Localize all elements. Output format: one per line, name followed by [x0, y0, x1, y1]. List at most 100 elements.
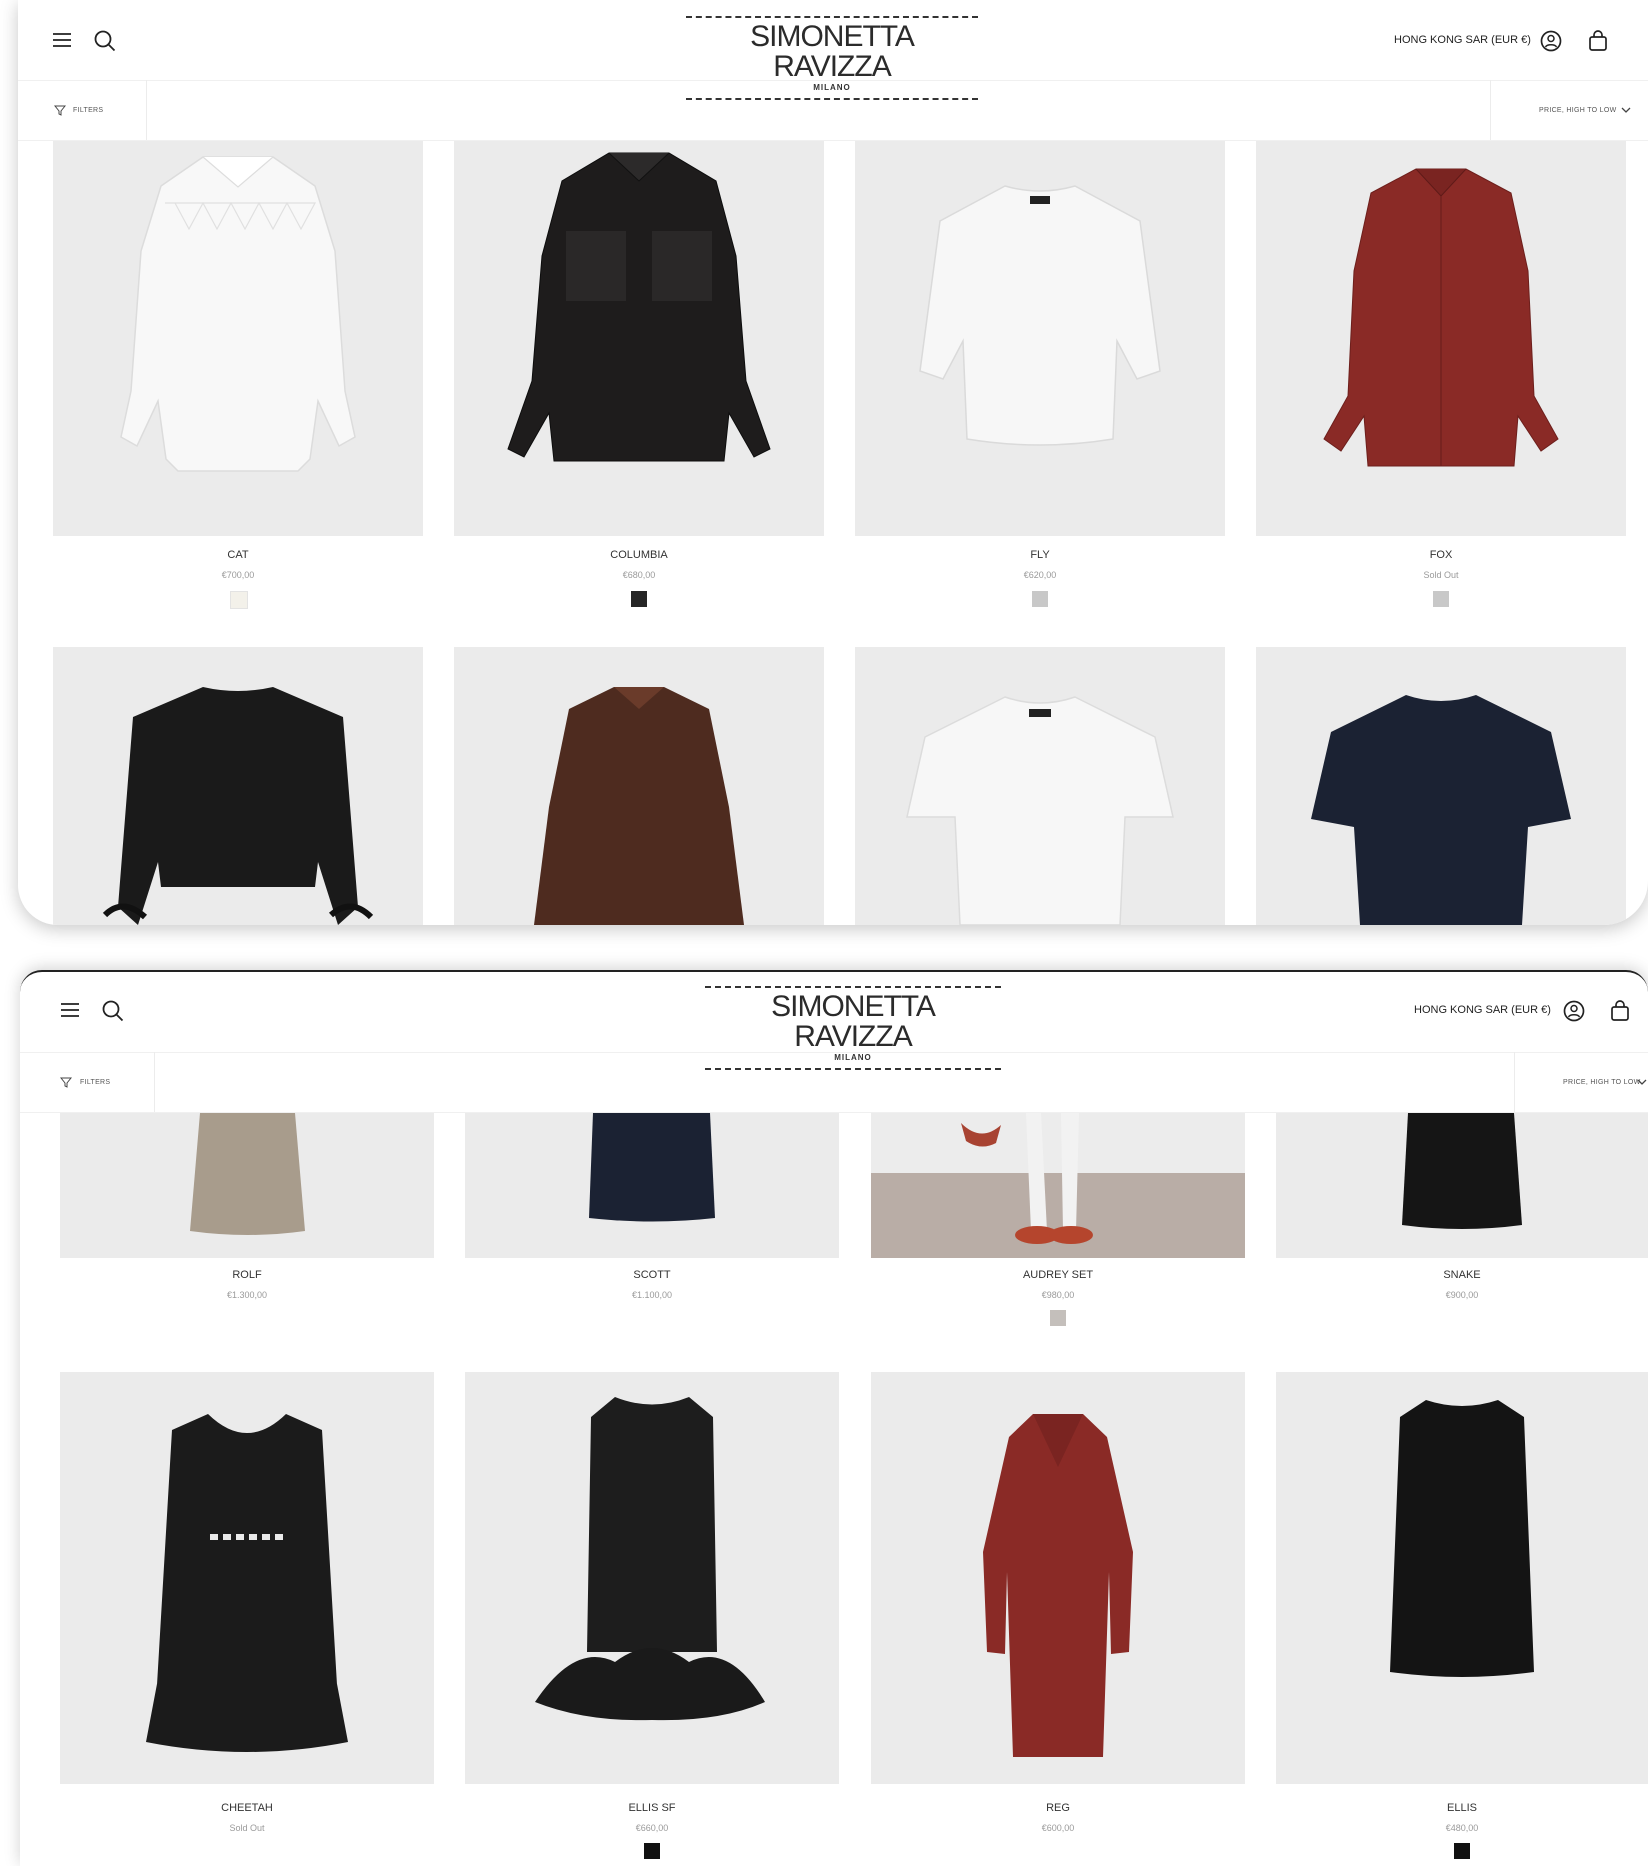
product-price: €680,00 [622, 570, 656, 580]
color-swatch[interactable] [631, 591, 647, 607]
sort-label: PRICE, HIGH TO LOW [1539, 107, 1617, 114]
product-price: Sold Out [229, 1823, 265, 1833]
sort-dropdown[interactable]: PRICE, HIGH TO LOW [1490, 80, 1648, 140]
product-price: €900,00 [1445, 1290, 1479, 1300]
country-selector[interactable]: HONG KONG SAR (EUR €) [1394, 34, 1531, 46]
black-shirt-illustration [507, 152, 771, 462]
country-selector[interactable]: HONG KONG SAR (EUR €) [1414, 1004, 1551, 1016]
product-name[interactable]: FLY [855, 549, 1225, 561]
red-coat-illustration [983, 1414, 1133, 1757]
product-price: €1.300,00 [226, 1290, 268, 1300]
filter-icon [60, 1077, 72, 1088]
color-swatch[interactable] [1032, 591, 1048, 607]
product-image[interactable] [1256, 647, 1626, 925]
site-header: SIMONETTA RAVIZZA MILANO HONG KONG SAR (… [18, 0, 1648, 100]
product-name[interactable]: AUDREY SET [871, 1269, 1245, 1281]
product-name[interactable]: ROLF [60, 1269, 434, 1281]
product-image[interactable] [871, 1113, 1245, 1258]
product-image[interactable] [465, 1372, 839, 1784]
product-card-cheetah[interactable]: CHEETAH Sold Out [60, 1372, 434, 1866]
product-name[interactable]: ELLIS SF [465, 1802, 839, 1814]
color-swatch[interactable] [644, 1843, 660, 1859]
color-swatch[interactable] [230, 591, 248, 609]
product-card-fly[interactable]: FLY €620,00 [855, 141, 1225, 621]
product-card[interactable] [53, 647, 423, 925]
filter-icon [54, 105, 66, 116]
menu-icon[interactable] [60, 1002, 80, 1018]
product-name[interactable]: FOX [1256, 549, 1626, 561]
product-image[interactable] [855, 647, 1225, 925]
filter-bar: FILTERS PRICE, HIGH TO LOW [18, 80, 1648, 141]
cart-icon[interactable] [1588, 30, 1608, 52]
product-name[interactable]: SCOTT [465, 1269, 839, 1281]
product-image[interactable] [60, 1372, 434, 1784]
product-image[interactable] [60, 1113, 434, 1258]
product-name[interactable]: CHEETAH [60, 1802, 434, 1814]
product-card-ellis-sf[interactable]: ELLIS SF €660,00 [465, 1372, 839, 1866]
navy-skirt-illustration [589, 1113, 715, 1222]
product-price: Sold Out [1423, 570, 1459, 580]
account-icon[interactable] [1540, 30, 1562, 52]
product-price: €1.100,00 [631, 1290, 673, 1300]
navy-tshirt-illustration [1311, 695, 1571, 925]
product-card-columbia[interactable]: COLUMBIA €680,00 [454, 141, 824, 621]
product-price: €480,00 [1445, 1823, 1479, 1833]
product-image[interactable] [871, 1372, 1245, 1784]
product-price: €700,00 [221, 570, 255, 580]
product-price: €600,00 [1041, 1823, 1075, 1833]
sort-dropdown[interactable]: PRICE, HIGH TO LOW [1514, 1052, 1648, 1112]
product-image[interactable] [454, 141, 824, 536]
brown-velvet-shirt-illustration [534, 687, 744, 925]
product-image[interactable] [465, 1113, 839, 1258]
color-swatch[interactable] [1433, 591, 1449, 607]
product-card-audrey-set[interactable]: AUDREY SET €980,00 [871, 1113, 1245, 1328]
product-card-ellis[interactable]: ELLIS €480,00 [1276, 1372, 1648, 1866]
search-icon[interactable] [94, 30, 116, 52]
product-card-rolf[interactable]: ROLF €1.300,00 [60, 1113, 434, 1303]
model-photo-illustration [871, 1113, 1245, 1258]
white-shirt-illustration [120, 156, 356, 472]
product-card[interactable] [1256, 647, 1626, 925]
product-card-snake[interactable]: SNAKE €900,00 [1276, 1113, 1648, 1303]
black-cropped-top-illustration [102, 687, 374, 925]
browser-window-1: SIMONETTA RAVIZZA MILANO HONG KONG SAR (… [18, 0, 1648, 925]
product-name[interactable]: SNAKE [1276, 1269, 1648, 1281]
product-image[interactable] [1276, 1113, 1648, 1258]
color-swatch[interactable] [1454, 1843, 1470, 1859]
filter-toggle[interactable]: FILTERS [20, 1052, 155, 1112]
product-card[interactable] [855, 647, 1225, 925]
product-card-scott[interactable]: SCOTT €1.100,00 [465, 1113, 839, 1303]
product-card-fox[interactable]: FOX Sold Out [1256, 141, 1626, 621]
search-icon[interactable] [102, 1000, 124, 1022]
black-sheer-skirt-illustration [1402, 1113, 1522, 1229]
filter-bar: FILTERS PRICE, HIGH TO LOW [20, 1052, 1648, 1113]
filter-toggle[interactable]: FILTERS [18, 80, 147, 140]
chevron-down-icon [1621, 107, 1631, 113]
product-name[interactable]: CAT [53, 549, 423, 561]
account-icon[interactable] [1563, 1000, 1585, 1022]
white-blouse-illustration [919, 185, 1161, 446]
product-image[interactable] [1256, 141, 1626, 536]
product-image[interactable] [855, 141, 1225, 536]
product-name[interactable]: COLUMBIA [454, 549, 824, 561]
product-image[interactable] [454, 647, 824, 925]
cart-icon[interactable] [1610, 1000, 1630, 1022]
brand-name: SIMONETTA RAVIZZA [750, 20, 915, 83]
product-name[interactable]: ELLIS [1276, 1802, 1648, 1814]
black-feather-dress-illustration [535, 1397, 765, 1721]
product-image[interactable] [53, 647, 423, 925]
site-header: SIMONETTA RAVIZZA MILANO HONG KONG SAR (… [20, 972, 1648, 1070]
taupe-pleated-skirt-illustration [190, 1113, 305, 1235]
product-price: €660,00 [635, 1823, 669, 1833]
menu-icon[interactable] [52, 32, 72, 48]
product-name[interactable]: REG [871, 1802, 1245, 1814]
product-card-cat[interactable]: CAT €700,00 [53, 141, 423, 621]
color-swatch[interactable] [1050, 1310, 1066, 1326]
product-price: €980,00 [1041, 1290, 1075, 1300]
product-image[interactable] [1276, 1372, 1648, 1784]
product-card[interactable] [454, 647, 824, 925]
product-card-reg[interactable]: REG €600,00 [871, 1372, 1245, 1866]
filters-label: FILTERS [73, 107, 104, 114]
filters-label: FILTERS [80, 1079, 111, 1086]
product-image[interactable] [53, 141, 423, 536]
